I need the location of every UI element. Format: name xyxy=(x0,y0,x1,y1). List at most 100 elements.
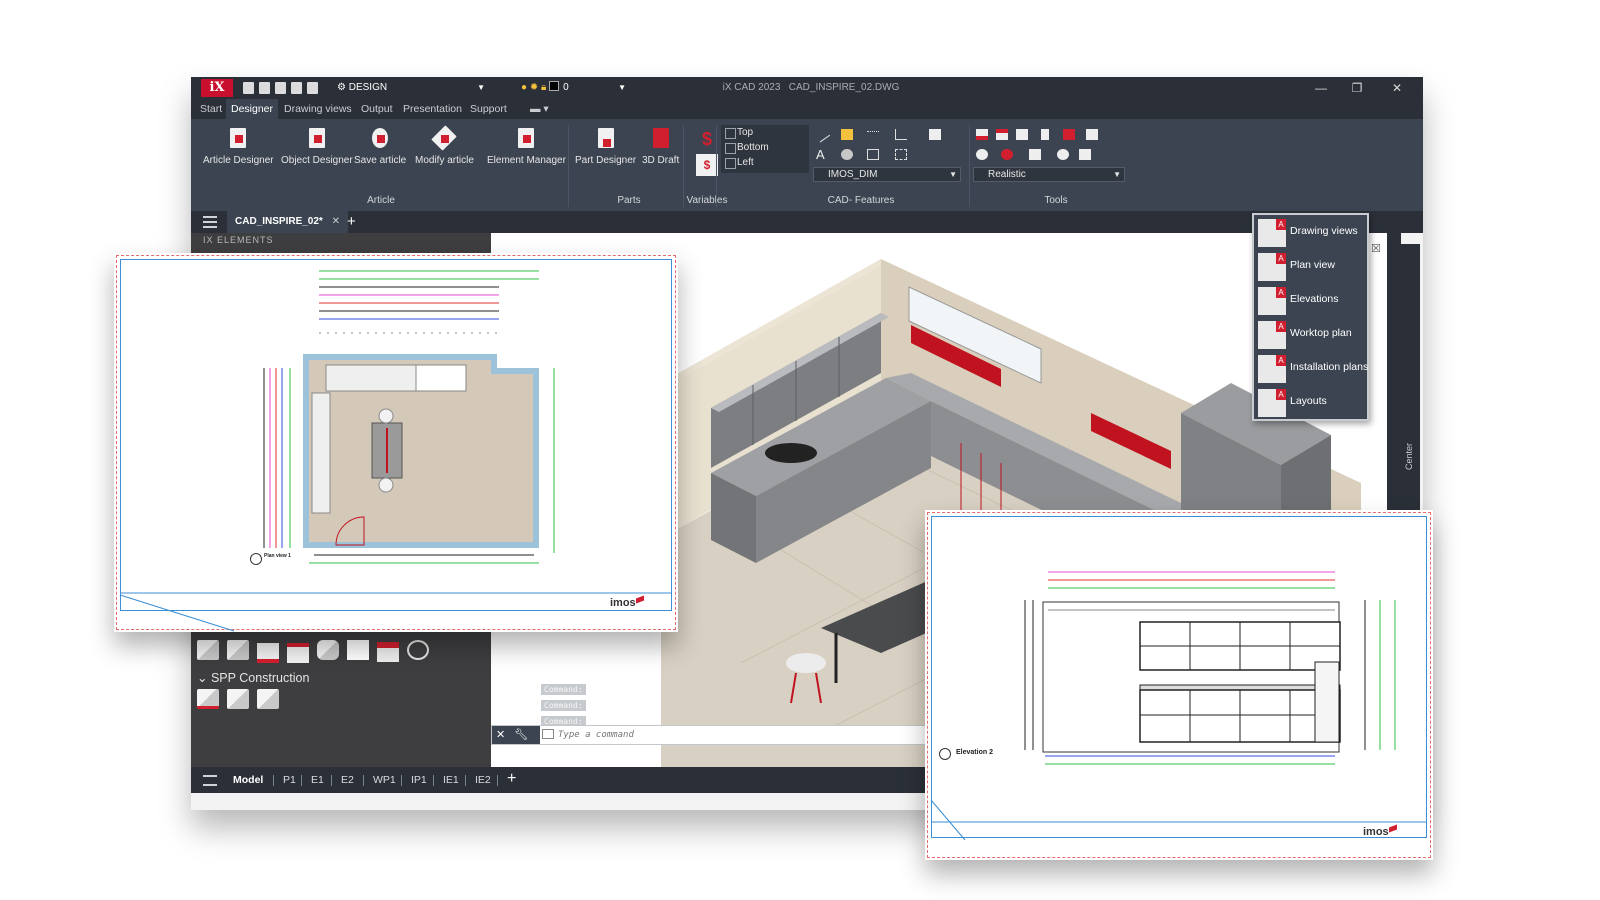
flyout-item-installation-plans[interactable]: A Installation plans xyxy=(1258,353,1368,385)
close-button[interactable]: ✕ xyxy=(1379,77,1415,99)
save-icon[interactable] xyxy=(275,82,286,94)
worktop-icon[interactable] xyxy=(287,643,309,663)
chevron-down-icon: ▼ xyxy=(477,83,485,92)
flyout-item-worktop-plan[interactable]: A Worktop plan xyxy=(1258,319,1366,351)
article-designer-button[interactable]: Article Designer xyxy=(203,127,274,166)
spp-cabinet-icon[interactable] xyxy=(197,689,219,709)
spp-corner-icon[interactable] xyxy=(227,689,249,709)
table-icon[interactable] xyxy=(929,129,941,140)
modify-article-button[interactable]: Modify article xyxy=(415,125,474,166)
app-logo[interactable]: iX xyxy=(201,79,233,97)
tool-icon-3[interactable] xyxy=(1016,129,1028,140)
ribbon-separator xyxy=(716,125,717,207)
line-icon[interactable] xyxy=(813,126,831,143)
ribbon-toggle-icon[interactable]: ▬ ▾ xyxy=(525,99,554,119)
restore-button[interactable]: ❐ xyxy=(1339,77,1375,99)
new-icon[interactable] xyxy=(243,82,254,94)
section-spp-construction[interactable]: ⌄ SPP Construction xyxy=(197,670,309,685)
menu-icon[interactable] xyxy=(203,216,217,228)
print-icon[interactable] xyxy=(307,82,318,94)
menu-start[interactable]: Start xyxy=(195,99,227,119)
tab-separator xyxy=(301,775,302,786)
add-layout-button[interactable]: + xyxy=(507,770,516,788)
flyout-item-elevations[interactable]: A Elevations xyxy=(1258,285,1366,317)
close-icon[interactable]: ☒ xyxy=(1371,244,1381,255)
layout-tab-ip1[interactable]: IP1 xyxy=(407,767,431,793)
tool-icon-9[interactable] xyxy=(1029,149,1041,160)
tool-icon-8[interactable] xyxy=(1001,149,1013,160)
menu-output[interactable]: Output xyxy=(356,99,398,119)
shelf-icon[interactable] xyxy=(257,643,279,663)
add-tab-button[interactable]: + xyxy=(347,213,356,230)
tool-icon-5[interactable] xyxy=(1063,129,1075,140)
flyout-item-drawing-views[interactable]: A Drawing views xyxy=(1258,217,1366,249)
tool-icon-7[interactable] xyxy=(976,149,988,160)
elevation-view-label: Elevation 2 xyxy=(956,749,993,756)
plate-icon[interactable] xyxy=(347,640,369,660)
save-article-button[interactable]: Save article xyxy=(354,127,406,166)
modify-article-label: Modify article xyxy=(415,155,474,166)
flyout-item-plan-view[interactable]: A Plan view xyxy=(1258,251,1366,283)
object-designer-button[interactable]: Object Designer xyxy=(281,127,353,166)
close-icon[interactable]: ✕ xyxy=(496,729,505,741)
drawer-icon[interactable] xyxy=(377,642,399,662)
open-icon[interactable] xyxy=(259,82,270,94)
floor-plan-drawing xyxy=(119,270,672,632)
minimize-button[interactable]: — xyxy=(1303,77,1339,99)
tool-icon-1[interactable] xyxy=(976,129,988,140)
terminal-icon[interactable] xyxy=(542,729,554,739)
saveas-icon[interactable] xyxy=(291,82,302,94)
menu-presentation[interactable]: Presentation xyxy=(398,99,467,119)
tool-icon-11[interactable] xyxy=(1079,149,1091,160)
dimension-icon[interactable] xyxy=(895,129,907,140)
element-manager-button[interactable]: Element Manager xyxy=(487,127,566,166)
3d-draft-button[interactable]: 3D Draft xyxy=(642,127,679,166)
tool-icon-2[interactable] xyxy=(996,129,1008,140)
layout-tab-ie2[interactable]: IE2 xyxy=(471,767,495,793)
pencil-icon[interactable] xyxy=(841,129,853,140)
workspace-name: DESIGN xyxy=(348,82,388,93)
layout-tab-e1[interactable]: E1 xyxy=(307,767,328,793)
document-tab[interactable]: CAD_INSPIRE_02* ✕ xyxy=(227,211,348,233)
cube-icon[interactable] xyxy=(197,640,219,660)
view-top[interactable]: Top xyxy=(721,125,809,140)
layout-tab-wp1[interactable]: WP1 xyxy=(369,767,400,793)
right-side-panel[interactable] xyxy=(1400,244,1420,514)
layout-tab-model[interactable]: Model xyxy=(229,767,267,793)
group-label-parts: Parts xyxy=(617,195,641,206)
lock-icon: 🔒︎ xyxy=(541,82,547,93)
text-icon[interactable]: A xyxy=(816,148,828,161)
visual-style-select[interactable]: Realistic ▼ xyxy=(973,167,1125,182)
panel-icon[interactable] xyxy=(227,640,249,660)
workspace-switcher[interactable]: ⚙ DESIGN ▼ xyxy=(337,80,487,96)
close-icon[interactable]: ✕ xyxy=(332,216,340,227)
view-bottom[interactable]: Bottom xyxy=(721,140,809,155)
flyout-item-layouts[interactable]: A Layouts xyxy=(1258,387,1366,419)
block-icon[interactable] xyxy=(867,149,879,160)
layout-tab-e2[interactable]: E2 xyxy=(337,767,358,793)
menu-support[interactable]: Support xyxy=(465,99,512,119)
variables-button[interactable]: $ $ xyxy=(696,129,718,176)
document-tabs: CAD_INSPIRE_02* ✕ + xyxy=(191,211,1423,233)
menu-drawing-views[interactable]: Drawing views xyxy=(279,99,357,119)
spp-tall-icon[interactable] xyxy=(257,689,279,709)
viewport-icon[interactable] xyxy=(895,149,907,160)
menu-icon[interactable] xyxy=(203,775,217,786)
dim-style-select[interactable]: IMOS_DIM ▼ xyxy=(813,167,961,182)
layout-tab-ie1[interactable]: IE1 xyxy=(439,767,463,793)
layer-dropdown[interactable]: ● ✹ 🔒︎ 0 ▼ xyxy=(521,80,626,96)
wrench-icon[interactable]: 🔧︎ xyxy=(514,729,528,741)
menu-designer[interactable]: Designer xyxy=(226,99,279,119)
part-designer-button[interactable]: Part Designer xyxy=(575,127,636,166)
tool-icon-6[interactable] xyxy=(1086,129,1098,140)
view-list[interactable]: Top Bottom Left xyxy=(721,125,809,173)
layout-tab-p1[interactable]: P1 xyxy=(279,767,300,793)
tool-icon-10[interactable] xyxy=(1057,149,1069,160)
view-left[interactable]: Left xyxy=(721,155,809,170)
polyline-icon[interactable] xyxy=(867,131,879,142)
cylinder-icon[interactable] xyxy=(317,640,339,660)
tool-icon-4[interactable] xyxy=(1041,129,1049,140)
3d-draft-icon xyxy=(650,127,672,151)
hatch-icon[interactable] xyxy=(841,149,853,160)
cluster-icon[interactable] xyxy=(407,640,429,660)
